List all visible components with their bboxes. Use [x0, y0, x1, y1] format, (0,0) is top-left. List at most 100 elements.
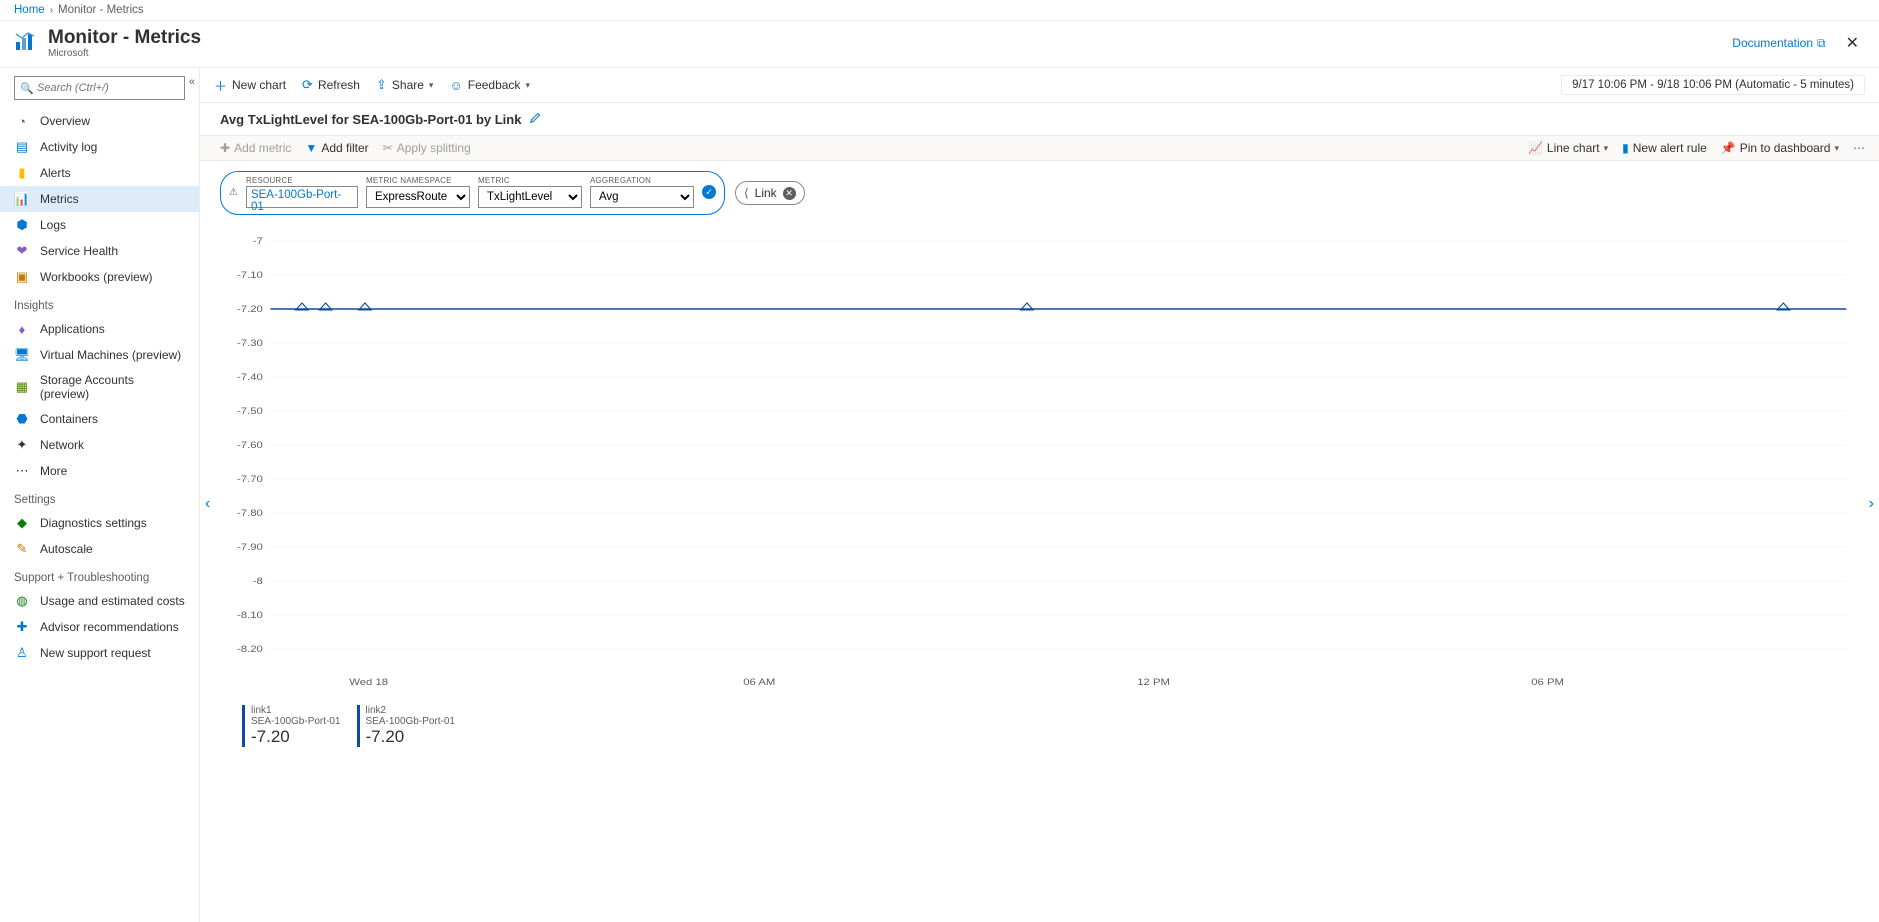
- legend-item[interactable]: link2SEA-100Gb-Port-01-7.20: [357, 705, 456, 747]
- sidebar-item-network[interactable]: ✦ Network: [0, 432, 199, 458]
- nav-icon: 📊: [14, 191, 30, 207]
- sidebar-item-workbooks-preview-[interactable]: ▣Workbooks (preview): [0, 264, 199, 290]
- sidebar-item-service-health[interactable]: ❤Service Health: [0, 238, 199, 264]
- sidebar-item-label: New support request: [40, 646, 151, 660]
- chevron-down-icon: ▾: [1604, 143, 1609, 154]
- breadcrumb: Home › Monitor - Metrics: [0, 0, 1879, 21]
- chart-legend: link1SEA-100Gb-Port-01-7.20link2SEA-100G…: [200, 701, 1879, 757]
- add-metric-icon: ✚: [220, 141, 230, 155]
- aggregation-label: AGGREGATION: [590, 176, 694, 185]
- nav-icon: ▤: [14, 139, 30, 155]
- resource-select[interactable]: SEA-100Gb-Port-01: [246, 186, 358, 208]
- sidebar-item-metrics[interactable]: 📊 Metrics: [0, 186, 199, 212]
- new-alert-button[interactable]: ▮New alert rule: [1622, 141, 1707, 155]
- metric-toolbar: ✚Add metric ▼Add filter ✂Apply splitting…: [200, 135, 1879, 161]
- refresh-button[interactable]: ⟳Refresh: [302, 77, 360, 93]
- more-button[interactable]: ⋯: [1853, 141, 1865, 155]
- svg-text:-8.20: -8.20: [237, 645, 263, 655]
- chart-type-button[interactable]: 📈Line chart ▾: [1528, 141, 1608, 155]
- sidebar-item-alerts[interactable]: ▮ Alerts: [0, 160, 199, 186]
- plus-icon: ＋: [214, 76, 227, 95]
- breadcrumb-current: Monitor - Metrics: [58, 4, 144, 16]
- chevron-down-icon: ▾: [525, 80, 530, 91]
- legend-series-name: link2: [366, 705, 456, 716]
- sidebar-item-label: Usage and estimated costs: [40, 594, 185, 608]
- line-chart[interactable]: -8.20-8.10-8-7.90-7.80-7.70-7.60-7.50-7.…: [220, 231, 1859, 691]
- svg-text:-7.10: -7.10: [237, 271, 263, 281]
- search-input[interactable]: [14, 76, 185, 100]
- more-icon: ⋯: [1853, 141, 1865, 155]
- sidebar-item-diagnostics-settings[interactable]: ◆ Diagnostics settings: [0, 510, 199, 536]
- pin-dashboard-button[interactable]: 📌Pin to dashboard ▾: [1721, 141, 1839, 155]
- sidebar-item-activity-log[interactable]: ▤Activity log: [0, 134, 199, 160]
- metric-config-pill: ⚠ RESOURCE SEA-100Gb-Port-01 METRIC NAME…: [220, 171, 725, 215]
- add-metric-button[interactable]: ✚Add metric: [220, 141, 291, 155]
- chart-area: -8.20-8.10-8-7.90-7.80-7.70-7.60-7.50-7.…: [200, 221, 1879, 701]
- metric-select[interactable]: TxLightLevel: [478, 186, 582, 208]
- sidebar-section-header: Insights: [0, 290, 199, 316]
- sidebar-item-label: Service Health: [40, 244, 118, 258]
- new-chart-button[interactable]: ＋New chart: [214, 76, 286, 95]
- svg-text:-7: -7: [253, 237, 263, 247]
- svg-text:-7.70: -7.70: [237, 475, 263, 485]
- breadcrumb-home[interactable]: Home: [14, 4, 45, 16]
- nav-icon: ✦: [14, 437, 30, 453]
- sidebar-item-label: Storage Accounts (preview): [40, 373, 185, 401]
- sidebar-item-usage-and-estimated-costs[interactable]: ◍ Usage and estimated costs: [0, 588, 199, 614]
- share-button[interactable]: ⇪Share ▾: [376, 77, 433, 93]
- remove-chip-button[interactable]: ✕: [783, 187, 796, 200]
- sidebar-item-overview[interactable]: ◔Overview: [0, 108, 199, 134]
- nav-icon: ⋯: [14, 463, 30, 479]
- split-icon: ⟨: [744, 186, 749, 200]
- sidebar-item-label: Workbooks (preview): [40, 270, 152, 284]
- svg-text:-7.80: -7.80: [237, 509, 263, 519]
- nav-icon: ◆: [14, 515, 30, 531]
- sidebar-item-storage-accounts-preview-[interactable]: ▦ Storage Accounts (preview): [0, 368, 199, 406]
- chart-title: Avg TxLightLevel for SEA-100Gb-Port-01 b…: [220, 112, 521, 127]
- sidebar-item-more[interactable]: ⋯More: [0, 458, 199, 484]
- chevron-down-icon: ▾: [1834, 143, 1839, 154]
- metric-label: METRIC: [478, 176, 582, 185]
- sidebar-item-logs[interactable]: ⬢Logs: [0, 212, 199, 238]
- sidebar-item-label: Metrics: [40, 192, 79, 206]
- sidebar-item-containers[interactable]: ⬣Containers: [0, 406, 199, 432]
- chart-title-row: Avg TxLightLevel for SEA-100Gb-Port-01 b…: [200, 103, 1879, 135]
- nav-icon: ✚: [14, 619, 30, 635]
- share-icon: ⇪: [376, 77, 387, 93]
- nav-icon: 🖥: [14, 347, 30, 363]
- sidebar-item-new-support-request[interactable]: ♙New support request: [0, 640, 199, 666]
- sidebar-section-header: Support + Troubleshooting: [0, 562, 199, 588]
- sidebar-item-applications[interactable]: ♦Applications: [0, 316, 199, 342]
- aggregation-select[interactable]: Avg: [590, 186, 694, 208]
- sidebar-item-advisor-recommendations[interactable]: ✚Advisor recommendations: [0, 614, 199, 640]
- documentation-link[interactable]: Documentation⧉: [1732, 36, 1825, 51]
- edit-title-button[interactable]: [529, 111, 542, 127]
- sidebar-item-autoscale[interactable]: ✎Autoscale: [0, 536, 199, 562]
- sidebar-item-label: Diagnostics settings: [40, 516, 147, 530]
- nav-icon: ▦: [14, 379, 30, 395]
- namespace-select[interactable]: ExpressRoute Direct…: [366, 186, 470, 208]
- legend-item[interactable]: link1SEA-100Gb-Port-01-7.20: [242, 705, 341, 747]
- nav-icon: ◍: [14, 593, 30, 609]
- sidebar-item-virtual-machines-preview-[interactable]: 🖥Virtual Machines (preview): [0, 342, 199, 368]
- external-link-icon: ⧉: [1817, 36, 1826, 51]
- refresh-icon: ⟳: [302, 77, 313, 93]
- nav-icon: ▮: [14, 165, 30, 181]
- sidebar-item-label: Logs: [40, 218, 66, 232]
- svg-text:-8: -8: [253, 577, 263, 587]
- legend-resource: SEA-100Gb-Port-01: [366, 716, 456, 727]
- close-button[interactable]: ✕: [1840, 31, 1865, 55]
- feedback-button[interactable]: ☺Feedback ▾: [449, 78, 530, 93]
- split-chip[interactable]: ⟨ Link ✕: [735, 181, 805, 205]
- legend-value: -7.20: [366, 727, 456, 747]
- legend-resource: SEA-100Gb-Port-01: [251, 716, 341, 727]
- svg-text:12 PM: 12 PM: [1137, 678, 1170, 688]
- sidebar-item-label: Alerts: [40, 166, 71, 180]
- svg-text:-7.60: -7.60: [237, 441, 263, 451]
- apply-splitting-button[interactable]: ✂Apply splitting: [383, 141, 471, 155]
- add-filter-button[interactable]: ▼Add filter: [305, 141, 368, 155]
- time-range-picker[interactable]: 9/17 10:06 PM - 9/18 10:06 PM (Automatic…: [1561, 75, 1865, 95]
- nav-icon: ♦: [14, 321, 30, 337]
- namespace-label: METRIC NAMESPACE: [366, 176, 470, 185]
- sidebar-item-label: Network: [40, 438, 84, 452]
